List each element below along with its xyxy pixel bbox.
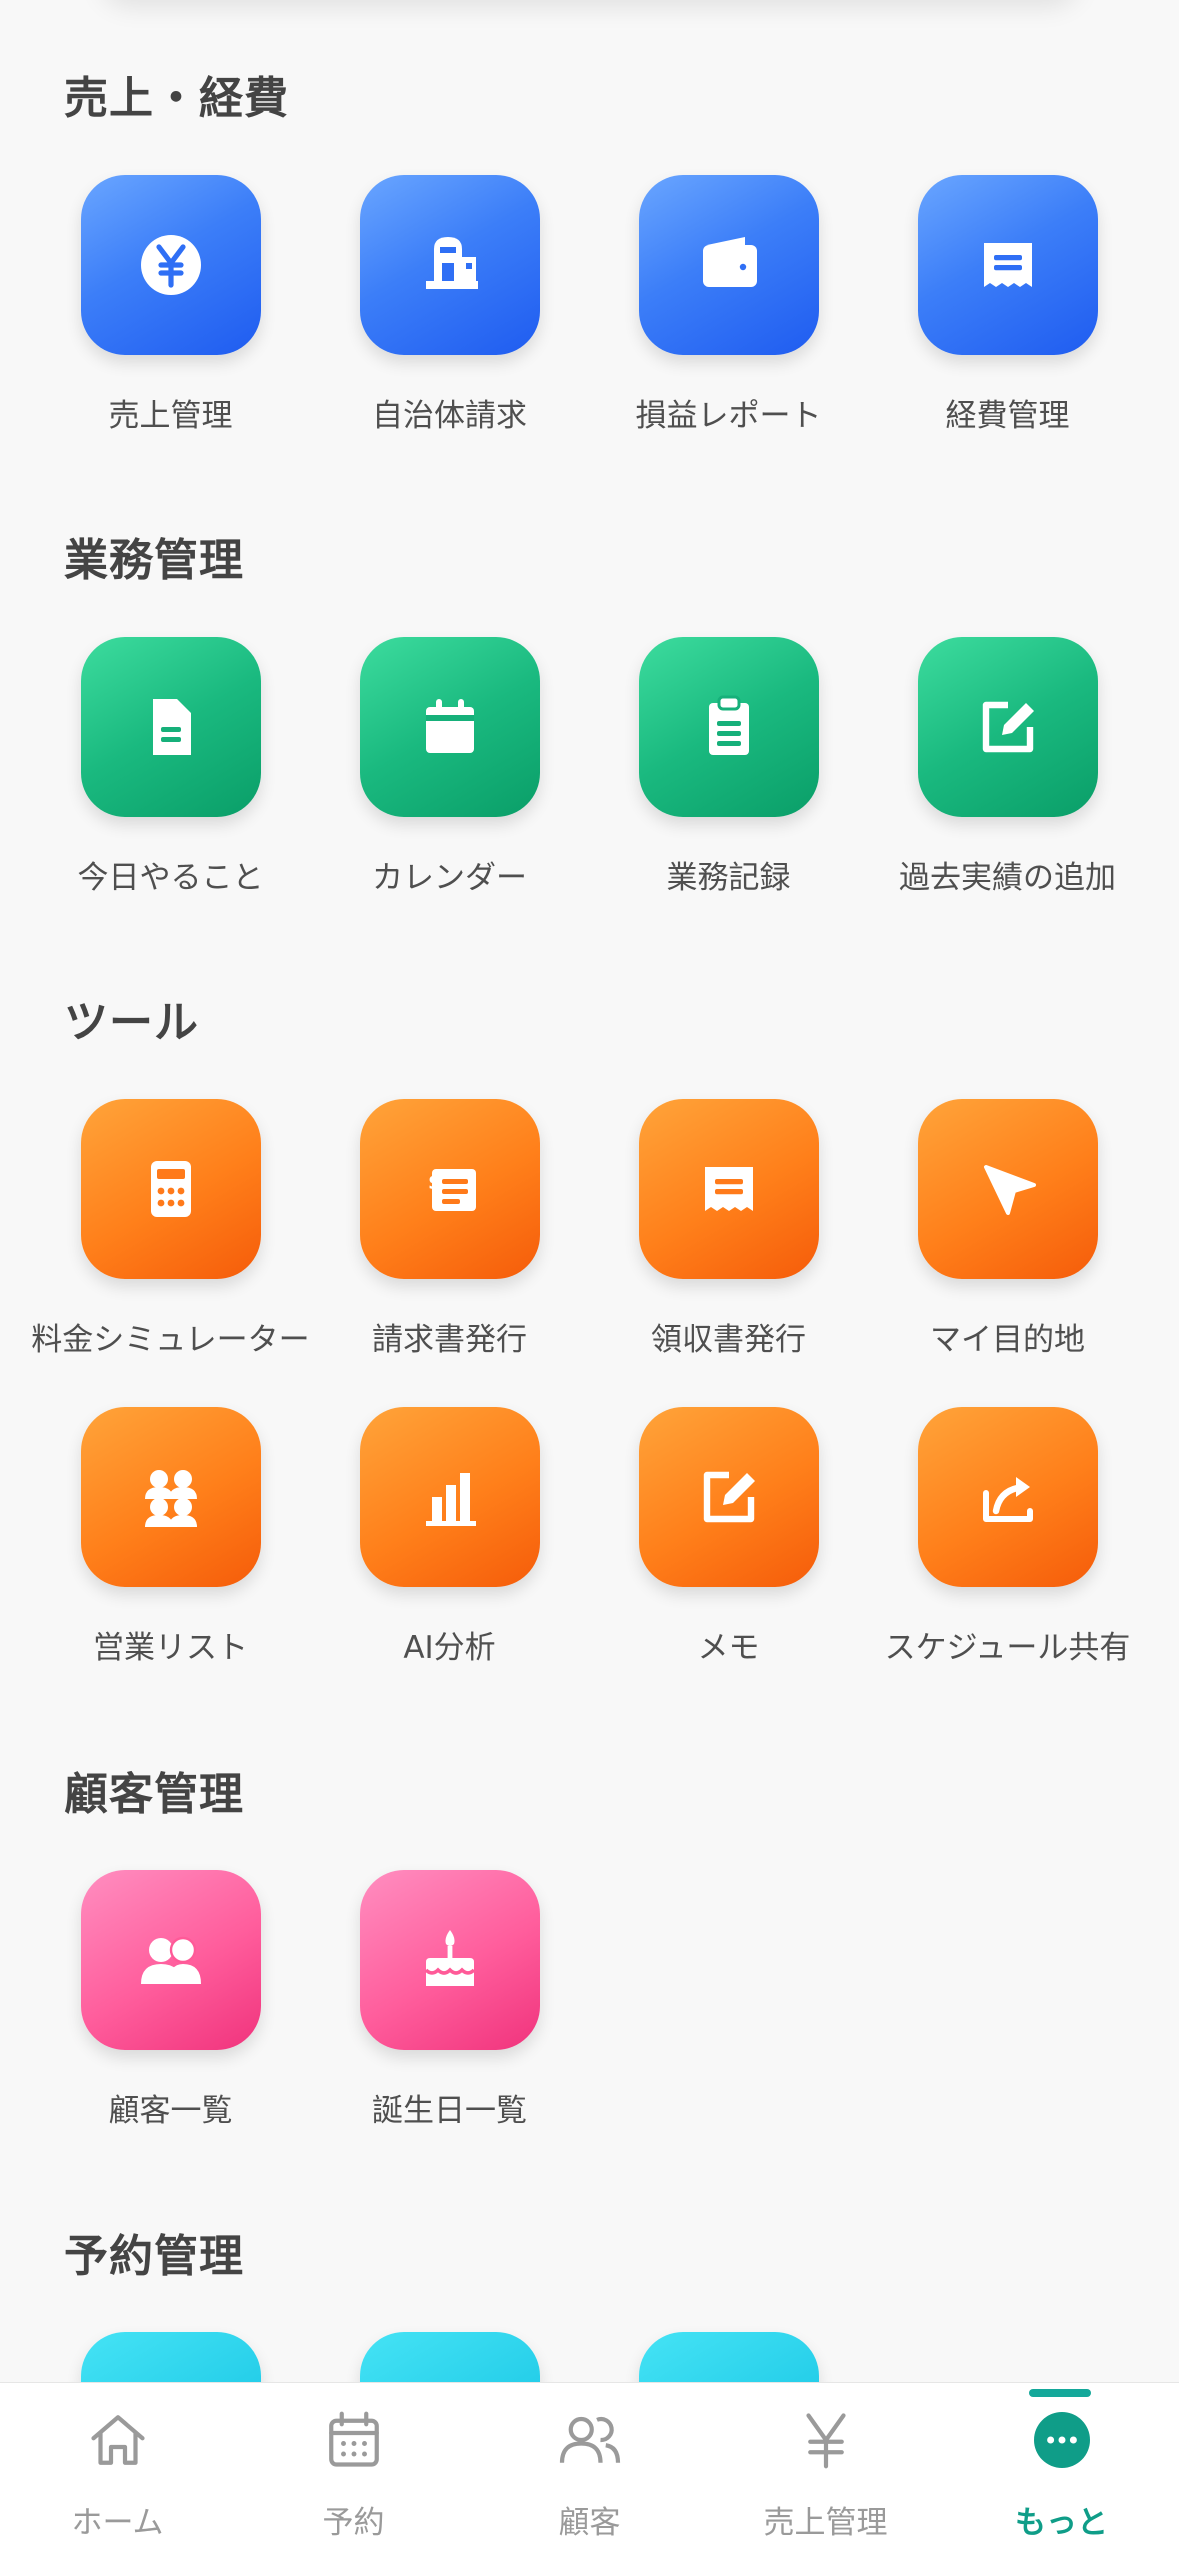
menu-item-customer-list[interactable]: 顧客一覧 [31,1870,310,2170]
menu-item-label: 過去実績の追加 [899,860,1116,896]
menu-item-label: 営業リスト [93,1630,248,1666]
svg-text:$: $ [428,1170,442,1194]
tab-reservations[interactable]: 予約 [236,2383,471,2557]
tab-label: 予約 [322,2505,385,2541]
menu-item-label: 損益レポート [635,398,822,434]
menu-item-issue-invoice[interactable]: $ 請求書発行 [310,1099,589,1399]
calendar-icon [359,637,540,817]
menu-item-label: カレンダー [372,860,527,896]
menu-item-sales-list[interactable]: 営業リスト [31,1407,310,1707]
menu-item-memo[interactable]: メモ [589,1407,868,1707]
menu-item-label: 料金シミュレーター [31,1322,310,1358]
menu-item-work-records[interactable]: 業務記録 [589,637,868,937]
more-icon [1033,2412,1090,2468]
section-title-reservation-management: 予約管理 [64,2231,244,2282]
tab-sales-management[interactable]: 売上管理 [708,2383,943,2557]
section-title-customer-management: 顧客管理 [64,1769,244,1820]
menu-item-label: スケジュール共有 [884,1630,1131,1666]
menu-item-label: メモ [697,1630,760,1666]
menu-item-label: 顧客一覧 [108,2093,233,2129]
menu-item-profit-loss-report[interactable]: 損益レポート [589,175,868,475]
tab-label: ホーム [71,2505,164,2541]
yen-icon [805,2413,846,2469]
receipt-icon [638,1099,819,1279]
reservation-tile-icon [638,2332,819,2382]
active-tab-indicator [1029,2389,1091,2397]
section-title-business-management: 業務管理 [64,535,244,586]
tab-home[interactable]: ホーム [0,2383,235,2557]
calculator-icon [80,1099,261,1279]
menu-item-label: 領収書発行 [651,1322,806,1358]
menu-item-label: 業務記録 [666,860,791,896]
reservation-tile-icon [80,2332,261,2382]
navigation-arrow-icon [917,1099,1098,1279]
menu-item-my-destinations[interactable]: マイ目的地 [868,1099,1147,1399]
menu-item-label: 自治体請求 [372,398,527,434]
tab-label: もっと [1015,2505,1108,2541]
people-group-icon [80,1407,261,1587]
bar-chart-icon [359,1407,540,1587]
clipboard-icon [638,637,819,817]
menu-item-fare-simulator[interactable]: 料金シミュレーター [31,1099,310,1399]
bottom-tab-bar: ホーム 予約 顧客 売上管理 もっと [0,2382,1179,2557]
menu-item-schedule-share[interactable]: スケジュール共有 [868,1407,1147,1707]
menu-item-issue-receipt[interactable]: 領収書発行 [589,1099,868,1399]
tab-label: 売上管理 [763,2505,888,2541]
tab-label: 顧客 [558,2505,621,2541]
calendar-icon [328,2411,379,2467]
people-icon [559,2416,620,2463]
menu-item-municipal-billing[interactable]: 自治体請求 [310,175,589,475]
reservation-tile-icon [359,2332,540,2382]
document-icon [80,637,261,817]
menu-item-reservation-2[interactable] [310,2332,589,2382]
wallet-icon [638,175,819,355]
city-hall-icon [359,175,540,355]
menu-item-sales-management[interactable]: 売上管理 [31,175,310,475]
receipt-icon [917,175,1098,355]
menu-item-calendar[interactable]: カレンダー [310,637,589,937]
menu-item-expense-management[interactable]: 経費管理 [868,175,1147,475]
section-title-tools: ツール [64,997,199,1048]
menu-item-label: 請求書発行 [372,1322,527,1358]
yen-coin-icon [80,175,261,355]
edit-icon [917,637,1098,817]
menu-item-label: AI分析 [403,1630,496,1666]
menu-item-label: 経費管理 [945,398,1070,434]
home-icon [90,2415,145,2465]
share-icon [917,1407,1098,1587]
menu-item-todays-tasks[interactable]: 今日やること [31,637,310,937]
menu-item-label: 売上管理 [108,398,233,434]
cake-icon [359,1870,540,2050]
menu-item-birthday-list[interactable]: 誕生日一覧 [310,1870,589,2170]
menu-item-reservation-3[interactable] [589,2332,868,2382]
menu-scroll-area[interactable]: 売上・経費 売上管理 自治体請求 損益レポート 経費管理 業務管理 今日やること [0,0,1179,2382]
people-icon [80,1870,261,2050]
menu-item-ai-analysis[interactable]: AI分析 [310,1407,589,1707]
tab-customers[interactable]: 顧客 [472,2383,707,2557]
menu-item-label: 誕生日一覧 [372,2093,527,2129]
section-title-sales-expenses: 売上・経費 [64,73,289,124]
menu-item-label: 今日やること [77,860,264,896]
menu-item-label: マイ目的地 [930,1322,1085,1358]
menu-item-add-past-records[interactable]: 過去実績の追加 [868,637,1147,937]
tab-more[interactable]: もっと [944,2383,1179,2557]
menu-item-reservation-1[interactable] [31,2332,310,2382]
edit-icon [638,1407,819,1587]
invoice-icon: $ [359,1099,540,1279]
